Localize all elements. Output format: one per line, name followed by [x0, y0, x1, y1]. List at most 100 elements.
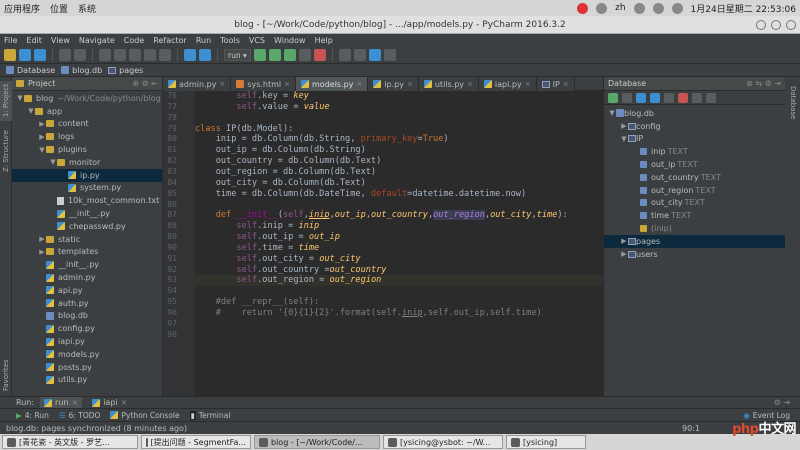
tree-item-10k-most-common-txt[interactable]: 10k_most_common.txt — [12, 194, 162, 207]
tree-item--init-py[interactable]: __init__.py — [12, 207, 162, 220]
tree-item-templates[interactable]: ▶ templates — [12, 246, 162, 259]
taskbar-window-1[interactable]: [提出问题 - SegmentFa... — [141, 435, 251, 449]
db-item-users[interactable]: ▶ users — [604, 248, 785, 261]
run-icon[interactable] — [253, 49, 266, 61]
copy-icon[interactable] — [622, 92, 632, 103]
replace-icon[interactable] — [159, 49, 171, 61]
nav-crumb-blog-db[interactable]: blog.db — [61, 66, 102, 75]
tree-item-utils-py[interactable]: utils.py — [12, 374, 162, 387]
close-tab-icon[interactable]: × — [563, 80, 569, 88]
sync-icon[interactable] — [34, 49, 46, 61]
tree-item-plugins[interactable]: ▼ plugins — [12, 143, 162, 156]
tree-item-content[interactable]: ▶ content — [12, 118, 162, 131]
chevron-right-icon[interactable]: ▶ — [620, 250, 628, 258]
chevron-right-icon[interactable]: ▶ — [620, 237, 628, 245]
tool-tab-project[interactable]: 1: Project — [0, 81, 12, 121]
add-icon[interactable] — [608, 92, 618, 103]
close-tab-icon[interactable]: × — [219, 80, 225, 88]
tree-item-blog-db[interactable]: blog.db — [12, 310, 162, 323]
editor-tab-ip-py[interactable]: ip.py × — [368, 77, 419, 91]
tree-item-iapi-py[interactable]: iapi.py — [12, 335, 162, 348]
project-panel-title[interactable]: Project — [28, 79, 55, 88]
tree-item-blog[interactable]: ▼ blog ~/Work/Code/python/blog — [12, 92, 162, 105]
close-tab-icon[interactable]: × — [525, 80, 531, 88]
menu-tools[interactable]: Tools — [220, 36, 240, 45]
db-item-ip[interactable]: ▼ IP — [604, 133, 785, 146]
chevron-right-icon[interactable]: ▶ — [38, 235, 46, 243]
chevron-down-icon[interactable]: ▼ — [16, 94, 24, 102]
volume-icon[interactable] — [652, 2, 664, 14]
save-all-icon[interactable] — [19, 49, 31, 61]
menu-system[interactable]: 系统 — [78, 2, 96, 15]
tree-item--init-py[interactable]: __init__.py — [12, 258, 162, 271]
nav-crumb-database[interactable]: Database — [6, 66, 55, 75]
nav-crumb-pages[interactable]: pages — [108, 66, 143, 75]
menu-run[interactable]: Run — [196, 36, 211, 45]
open-folder-icon[interactable] — [4, 49, 16, 61]
tool-tab-python-console[interactable]: Python Console — [110, 411, 180, 420]
chevron-down-icon[interactable]: ▼ — [49, 158, 57, 166]
taskbar-window-3[interactable]: [ysicing@ysbot: ~/W... — [383, 435, 503, 449]
battery-icon[interactable] — [671, 2, 683, 14]
menu-file[interactable]: File — [4, 36, 17, 45]
db-item-out-region[interactable]: out_region TEXT — [604, 184, 785, 197]
sync-icon[interactable] — [650, 92, 660, 103]
db-item-out-country[interactable]: out_country TEXT — [604, 171, 785, 184]
settings-icon[interactable] — [338, 49, 351, 61]
db-item-config[interactable]: ▶ config — [604, 120, 785, 133]
menu-navigate[interactable]: Navigate — [79, 36, 115, 45]
close-tab-icon[interactable]: × — [284, 80, 290, 88]
wifi-icon[interactable] — [633, 2, 645, 14]
tree-item-static[interactable]: ▶ static — [12, 233, 162, 246]
stop-icon[interactable] — [678, 92, 688, 103]
panel-controls[interactable]: ⊗ ⇆ ⚙ ⇥ — [746, 79, 781, 88]
db-item-blog-db[interactable]: ▼ blog.db — [604, 107, 785, 120]
db-item-out-ip[interactable]: out_ip TEXT — [604, 158, 785, 171]
paste-icon[interactable] — [129, 49, 141, 61]
db-item-inip[interactable]: inip TEXT — [604, 145, 785, 158]
tool-tab-terminal[interactable]: ▮ Terminal — [189, 410, 230, 420]
profile-icon[interactable] — [298, 49, 311, 61]
taskbar-window-2[interactable]: blog - [~/Work/Code/... — [254, 435, 380, 449]
editor-tab-iapi-py[interactable]: iapi.py × — [478, 77, 537, 91]
run-tab-run[interactable]: run × — [40, 397, 83, 408]
tree-item-system-py[interactable]: system.py — [12, 182, 162, 195]
chevron-down-icon[interactable]: ▼ — [608, 109, 616, 117]
menu-code[interactable]: Code — [124, 36, 144, 45]
menu-window[interactable]: Window — [274, 36, 306, 45]
close-window-icon[interactable] — [786, 19, 796, 30]
tree-item-monitor[interactable]: ▼ monitor — [12, 156, 162, 169]
sdk-icon[interactable] — [383, 49, 396, 61]
db-item-pages[interactable]: ▶ pages — [604, 234, 785, 248]
editor-tab-utils-py[interactable]: utils.py × — [418, 77, 479, 91]
copy-icon[interactable] — [114, 49, 126, 61]
refresh-icon[interactable] — [636, 92, 646, 103]
close-tab-icon[interactable]: × — [467, 80, 473, 88]
input-method-label[interactable]: zh — [615, 3, 625, 13]
table-editor-icon[interactable] — [692, 92, 702, 103]
taskbar-window-4[interactable]: [ysicing] — [506, 435, 586, 449]
tree-item-chepasswd-py[interactable]: chepasswd.py — [12, 220, 162, 233]
menu-view[interactable]: View — [51, 36, 70, 45]
editor-tab-admin-py[interactable]: admin.py × — [163, 77, 232, 91]
chevron-down-icon[interactable]: ▼ — [38, 146, 46, 154]
chevron-right-icon[interactable]: ▶ — [38, 248, 46, 256]
editor-tab-ip[interactable]: IP × — [536, 77, 575, 91]
forward-icon[interactable] — [199, 49, 211, 61]
editor-tab-models-py[interactable]: models.py × — [296, 77, 369, 91]
menu-help[interactable]: Help — [315, 36, 333, 45]
debug-icon[interactable] — [268, 49, 281, 61]
tool-tab-todo[interactable]: ☰ 6: TODO — [59, 411, 101, 420]
tree-item-app[interactable]: ▼ app — [12, 105, 162, 118]
tree-item-auth-py[interactable]: auth.py — [12, 297, 162, 310]
run-tab-iapi[interactable]: iapi × — [88, 397, 131, 408]
console-icon[interactable] — [706, 92, 716, 103]
db-item-out-city[interactable]: out_city TEXT — [604, 197, 785, 210]
cut-icon[interactable] — [99, 49, 111, 61]
stop-icon[interactable] — [313, 49, 326, 61]
settings-icon[interactable]: ⚙ ⇥ — [774, 398, 790, 407]
tool-tab-favorites[interactable]: Favorites — [0, 357, 12, 393]
help-icon[interactable] — [368, 49, 381, 61]
menu-vcs[interactable]: VCS — [249, 36, 265, 45]
menu-places[interactable]: 位置 — [50, 2, 68, 15]
